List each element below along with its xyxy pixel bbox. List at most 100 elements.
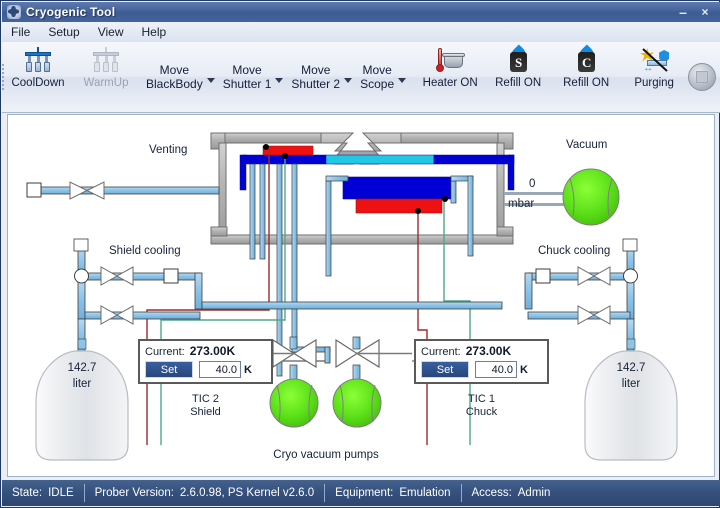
tic1-target-unit: K — [520, 363, 528, 376]
tic1-caption-line1: TIC 1 — [468, 393, 495, 405]
cryogenic-tool-window: Cryogenic Tool – × File Setup View Help … — [0, 0, 720, 508]
minimize-button[interactable]: – — [672, 4, 694, 20]
purging-button[interactable]: ↔ ↕ Purging — [620, 42, 688, 112]
app-gear-icon — [7, 5, 21, 19]
tic2-current-label: Current: — [145, 346, 185, 358]
heater-on-label: Heater ON — [422, 77, 478, 89]
status-bar: State: IDLE Prober Version: 2.6.0.98, PS… — [2, 480, 720, 506]
toolbar-right-area — [688, 42, 720, 112]
chevron-down-icon[interactable] — [398, 77, 407, 83]
tic2-caption-line2: Shield — [190, 406, 221, 418]
status-prober-key: Prober Version: — [94, 487, 174, 499]
warmup-button[interactable]: WarmUp — [72, 42, 140, 112]
menu-item-help[interactable]: Help — [133, 23, 176, 41]
warmup-icon — [91, 46, 121, 74]
chuck-dewar-vessel — [584, 338, 678, 461]
move-scope-line2: Scope — [360, 77, 395, 91]
status-access-key: Access: — [471, 487, 512, 499]
refill-chuck-button[interactable]: C Refill ON — [552, 42, 620, 112]
chuck-dewar-unit: liter — [622, 378, 641, 390]
vacuum-label: Vacuum — [566, 139, 607, 151]
process-diagram: Venting Vacuum 0 mbar Shield cooling Chu… — [7, 114, 715, 477]
move-blackbody-button[interactable]: Move BlackBody — [140, 42, 217, 112]
tic2-target-unit: K — [244, 363, 252, 376]
status-prober-value: 2.6.0.98, PS Kernel v2.6.0 — [179, 487, 315, 499]
shield-dewar-unit: liter — [73, 378, 92, 390]
shield-inline-box — [163, 268, 179, 284]
move-blackbody-line1: Move — [159, 63, 190, 77]
shield-dewar-value: 142.7 — [68, 362, 97, 374]
move-scope-button[interactable]: Move Scope — [354, 42, 408, 112]
stop-button[interactable] — [688, 63, 717, 91]
shield-cooling-label: Shield cooling — [109, 245, 181, 257]
chevron-down-icon[interactable] — [206, 77, 215, 83]
venting-endpoint — [26, 182, 42, 198]
chuck-circuit-junction — [623, 268, 638, 284]
tic1-set-button[interactable]: Set — [421, 361, 469, 378]
status-prober-version: Prober Version: 2.6.0.98, PS Kernel v2.6… — [85, 480, 325, 506]
shield-circuit-junction — [74, 268, 89, 284]
tic2-target-input[interactable]: 40.0 — [199, 361, 241, 378]
move-shutter1-line1: Move — [232, 63, 262, 77]
cooldown-button[interactable]: CoolDown — [4, 42, 72, 112]
tic-1-caption: TIC 1 Chuck — [414, 393, 549, 419]
shield-valve-upper — [100, 266, 134, 286]
status-equipment: Equipment: Emulation — [325, 480, 460, 506]
stop-square-icon — [696, 71, 709, 83]
move-shutter-1-button[interactable]: Move Shutter 1 — [217, 42, 286, 112]
toolbar: CoolDown WarmUp Move BlackBody Move Shutte… — [2, 42, 720, 113]
refill-chuck-glyph: C — [581, 55, 592, 70]
shield-heater-block — [262, 145, 314, 156]
tic-1-chuck-panel: Current: 273.00K Set 40.0 K — [414, 339, 549, 384]
heater-on-button[interactable]: Heater ON — [416, 42, 484, 112]
tic1-target-input[interactable]: 40.0 — [475, 361, 517, 378]
warmup-label: WarmUp — [83, 77, 129, 89]
purging-label: Purging — [634, 77, 674, 89]
move-shutter-2-button[interactable]: Move Shutter 2 — [285, 42, 354, 112]
status-state-key: State: — [12, 487, 43, 499]
venting-valve — [69, 181, 105, 200]
shield-dewar-vessel — [35, 338, 129, 461]
chuck-valve-lower — [577, 305, 611, 325]
cryo-pump-2 — [332, 336, 412, 428]
window-controls: – × — [672, 3, 720, 21]
diagram-svg: Venting Vacuum 0 mbar Shield cooling Chu… — [26, 132, 678, 461]
refill-shield-label: Refill ON — [495, 77, 542, 89]
heater-icon — [435, 46, 466, 74]
title-bar: Cryogenic Tool – × — [2, 2, 720, 22]
close-button[interactable]: × — [694, 4, 716, 20]
menu-item-view[interactable]: View — [89, 23, 133, 41]
menu-bar: File Setup View Help — [2, 22, 720, 43]
move-shutter2-line2: Shutter 2 — [291, 77, 341, 91]
menu-item-setup[interactable]: Setup — [39, 23, 88, 41]
tic-2-shield-panel: Current: 273.00K Set 40.0 K — [138, 339, 273, 384]
move-shutter1-line2: Shutter 1 — [222, 77, 272, 91]
cooldown-label: CoolDown — [11, 77, 65, 89]
refill-chuck-icon: C — [571, 44, 601, 74]
chuck-dewar-value: 142.7 — [617, 362, 646, 374]
status-equipment-key: Equipment: — [335, 487, 394, 499]
status-access: Access: Admin — [462, 480, 561, 506]
refill-shield-button[interactable]: S Refill ON — [484, 42, 552, 112]
vacuum-gauge — [562, 168, 620, 226]
chevron-down-icon[interactable] — [344, 77, 353, 83]
chuck-assembly — [342, 176, 456, 214]
tic1-caption-line2: Chuck — [465, 406, 498, 418]
purging-icon: ↔ ↕ — [639, 46, 670, 74]
venting-line — [26, 181, 220, 200]
refill-shield-icon: S — [503, 44, 533, 74]
refill-shield-glyph: S — [515, 55, 523, 70]
status-equipment-value: Emulation — [399, 487, 451, 499]
cooldown-icon — [23, 46, 53, 74]
chevron-down-icon[interactable] — [275, 77, 284, 83]
move-shutter2-line1: Move — [301, 63, 331, 77]
tic1-current-value: 273.00K — [465, 344, 512, 358]
status-state: State: IDLE — [2, 480, 84, 506]
status-access-value: Admin — [517, 487, 551, 499]
move-blackbody-line2: BlackBody — [146, 77, 203, 91]
chuck-inline-box — [535, 268, 551, 284]
tic2-set-button[interactable]: Set — [145, 361, 193, 378]
chuck-cooling-label: Chuck cooling — [538, 245, 610, 257]
venting-label: Venting — [149, 144, 187, 156]
menu-item-file[interactable]: File — [2, 23, 39, 41]
